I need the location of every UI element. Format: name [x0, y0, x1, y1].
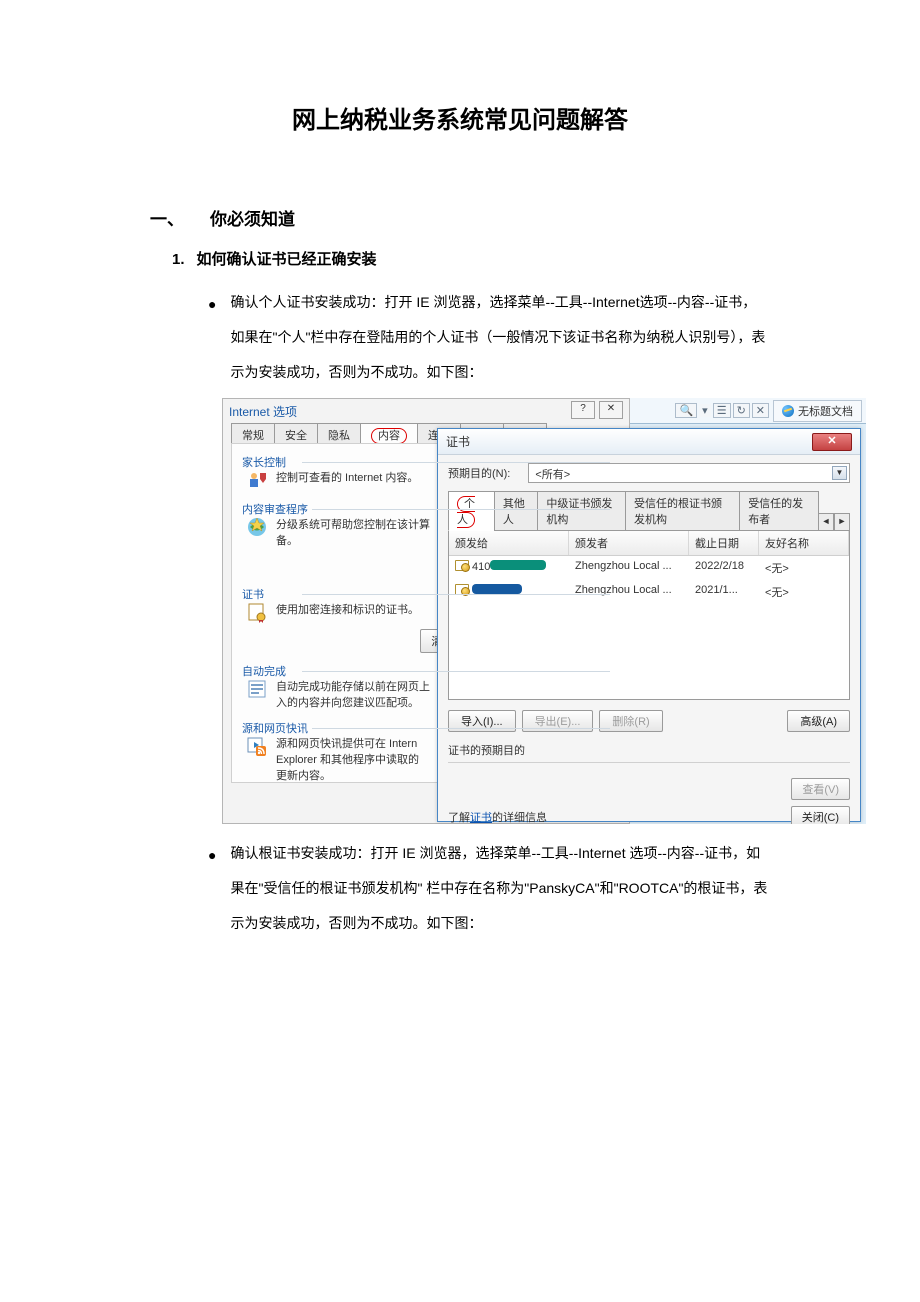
item-text: 如何确认证书已经正确安装	[197, 251, 377, 268]
purpose-dropdown[interactable]: <所有> ▼	[528, 463, 850, 483]
bullet-icon: ●	[208, 838, 216, 943]
col-friendly-name[interactable]: 友好名称	[759, 531, 849, 555]
certificate-icon	[455, 560, 469, 571]
magnify-icon[interactable]: 🔍	[675, 403, 697, 418]
section-heading: 一、 你必须知道	[150, 205, 770, 230]
document-title: 网上纳税业务系统常见问题解答	[150, 100, 770, 135]
redacted	[472, 584, 522, 594]
tab-trusted-root[interactable]: 受信任的根证书颁发机构	[625, 491, 740, 531]
bullet-1: ● 确认个人证书安装成功：打开 IE 浏览器，选择菜单--工具--Interne…	[208, 285, 770, 390]
tab-scroll-left[interactable]: ◄	[818, 513, 834, 531]
annotation-circle: 个人	[457, 496, 475, 528]
purpose-value: <所有>	[535, 469, 570, 481]
section-number: 一、	[150, 205, 184, 230]
group-cert-label: 证书	[242, 586, 268, 602]
tab-title: 无标题文档	[798, 403, 853, 419]
tab-personal[interactable]: 个人	[448, 491, 495, 531]
tab-others[interactable]: 其他人	[494, 491, 539, 531]
bullet-icon: ●	[208, 287, 216, 392]
autocomplete-icon	[246, 678, 268, 700]
certificate-row[interactable]: 410 Zhengzhou Local ... 2022/2/18 <无>	[449, 556, 849, 580]
redacted	[490, 560, 546, 570]
group-autocomplete-label: 自动完成	[242, 663, 290, 679]
group-feeds-label: 源和网页快讯	[242, 720, 312, 736]
certificate-tabs: 个人 其他人 中级证书颁发机构 受信任的根证书颁发机构 受信任的发布者 ◄ ►	[448, 491, 850, 531]
certificates-dialog-title: 证书	[446, 433, 470, 450]
browser-address-strip: 🔍 ▾ ☰ ↻ ✕ 无标题文档	[630, 398, 866, 424]
bullet-text: 确认根证书安装成功：打开 IE 浏览器，选择菜单--工具--Internet 选…	[230, 836, 770, 941]
certificates-link[interactable]: 证书	[470, 812, 492, 824]
refresh-icon[interactable]: ↻	[733, 403, 750, 418]
autocomplete-text: 自动完成功能存储以前在网页上入的内容并向您建议匹配项。	[276, 678, 430, 710]
close-button[interactable]: ✕	[812, 433, 852, 451]
certificates-dialog: 证书 ✕ 预期目的(N): <所有> ▼ 个人 其他人 中级证书颁发机构	[437, 428, 861, 822]
purpose-label: 预期目的(N):	[448, 465, 510, 481]
learn-more-text: 了解证书的详细信息	[448, 809, 547, 824]
cert-text: 使用加密连接和标识的证书。	[276, 601, 419, 617]
col-issued-by[interactable]: 颁发者	[569, 531, 689, 555]
group-parental-label: 家长控制	[242, 454, 290, 470]
internet-options-title: Internet 选项	[229, 403, 297, 420]
col-expiry[interactable]: 截止日期	[689, 531, 759, 555]
feeds-text: 源和网页快讯提供可在 InternExplorer 和其他程序中读取的更新内容。	[276, 735, 419, 783]
view-button[interactable]: 查看(V)	[791, 778, 850, 800]
rating-icon	[246, 516, 268, 538]
parental-text: 控制可查看的 Internet 内容。	[276, 469, 418, 485]
advanced-button[interactable]: 高级(A)	[787, 710, 850, 732]
stop-icon[interactable]: ✕	[752, 403, 769, 418]
browser-tab[interactable]: 无标题文档	[773, 400, 862, 422]
annotation-circle: 内容	[371, 428, 407, 444]
tab-scroll-right[interactable]: ►	[834, 513, 850, 531]
parental-icon	[246, 469, 268, 491]
item-heading: 1. 如何确认证书已经正确安装	[172, 248, 770, 269]
item-number: 1.	[172, 251, 185, 268]
certificates-icon	[246, 601, 268, 623]
tab-intermediate[interactable]: 中级证书颁发机构	[537, 491, 626, 531]
tab-trusted-publisher[interactable]: 受信任的发布者	[739, 491, 819, 531]
ie-icon	[782, 405, 794, 417]
section-text: 你必须知道	[210, 205, 295, 230]
address-controls: 🔍 ▾ ☰ ↻ ✕	[675, 403, 769, 418]
close-button[interactable]: ✕	[599, 401, 623, 419]
group-rating-label: 内容审查程序	[242, 501, 312, 517]
help-button[interactable]: ?	[571, 401, 595, 419]
col-issued-to[interactable]: 颁发给	[449, 531, 569, 555]
favorites-icon[interactable]: ☰	[713, 403, 731, 418]
bullet-2: ● 确认根证书安装成功：打开 IE 浏览器，选择菜单--工具--Internet…	[208, 836, 770, 941]
close-dialog-button[interactable]: 关闭(C)	[791, 806, 850, 824]
certificate-row[interactable]: Zhengzhou Local ... 2021/1... <无>	[449, 580, 849, 604]
bullet-text: 确认个人证书安装成功：打开 IE 浏览器，选择菜单--工具--Internet选…	[230, 285, 770, 390]
screenshot: Internet 选项 ? ✕ 常规 安全 隐私 内容 连接 程序 高级 家长控…	[222, 398, 866, 824]
feeds-icon	[246, 735, 268, 757]
certificate-list: 颁发给 颁发者 截止日期 友好名称 410 Zhengzhou Local ..…	[448, 530, 850, 700]
chevron-down-icon: ▼	[832, 466, 847, 480]
rating-text: 分级系统可帮助您控制在该计算备。	[276, 516, 430, 548]
cert-purpose-heading: 证书的预期目的	[448, 742, 850, 758]
